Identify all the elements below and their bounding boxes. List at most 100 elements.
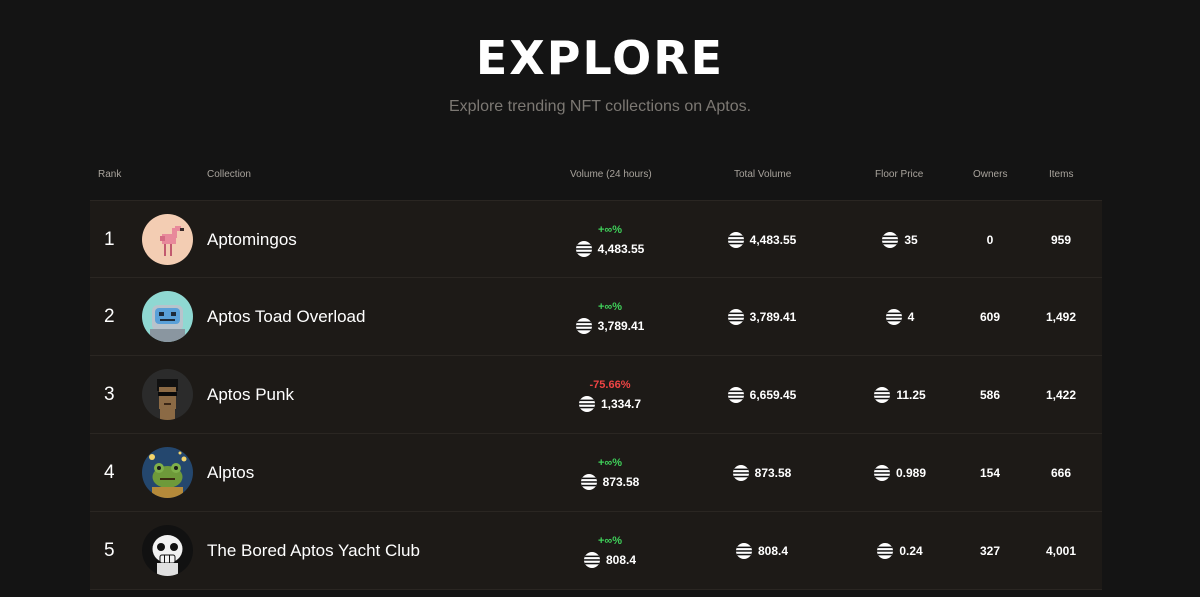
total-volume-value: 873.58 — [732, 465, 792, 481]
floor-price-amount: 0.989 — [895, 466, 927, 480]
total-volume-cell: 808.4 — [702, 512, 822, 590]
table-row-4[interactable]: 4 Alptos +∞% 873.58 873.58 0.989 154 666 — [90, 434, 1102, 512]
floor-price-value: 4 — [885, 309, 915, 325]
total-volume-value: 3,789.41 — [727, 309, 796, 325]
punk-avatar-icon[interactable] — [142, 369, 193, 420]
volume-24h-cell: +∞% 4,483.55 — [550, 201, 670, 279]
aptos-coin-icon — [583, 551, 600, 568]
collection-name[interactable]: Aptomingos — [207, 201, 297, 279]
owners-cell: 154 — [979, 466, 1001, 480]
items-cell: 666 — [1050, 466, 1072, 480]
rank-cell: 5 — [104, 540, 115, 561]
aptos-coin-icon — [882, 232, 899, 248]
aptos-coin-icon — [735, 543, 752, 559]
table-row-3[interactable]: 3 Aptos Punk -75.66% 1,334.7 6,659.45 11… — [90, 356, 1102, 434]
volume-change: +∞% — [597, 534, 623, 547]
floor-price-cell: 0.989 — [840, 434, 960, 512]
volume-24h-value: 4,483.55 — [575, 240, 645, 257]
floor-price-value: 11.25 — [874, 387, 926, 403]
column-rank: Rank — [98, 169, 122, 180]
volume-change: +∞% — [597, 223, 623, 236]
owners-cell: 327 — [979, 544, 1001, 558]
floor-price-amount: 0.24 — [899, 544, 923, 558]
volume-24h-amount: 4,483.55 — [597, 241, 645, 256]
page-header: EXPLORE Explore trending NFT collections… — [0, 0, 1200, 116]
collection-name[interactable]: Alptos — [207, 434, 254, 512]
total-volume-amount: 808.4 — [757, 544, 789, 558]
floor-price-value: 0.989 — [873, 465, 927, 481]
frog-avatar-icon[interactable] — [142, 447, 193, 498]
rank-cell: 2 — [104, 306, 115, 327]
total-volume-value: 808.4 — [735, 543, 789, 559]
owners-cell: 609 — [979, 310, 1001, 324]
collection-name[interactable]: The Bored Aptos Yacht Club — [207, 512, 420, 590]
column-floor-price[interactable]: Floor Price — [875, 169, 923, 180]
flamingo-avatar-icon[interactable] — [142, 214, 193, 265]
volume-24h-value: 1,334.7 — [578, 395, 642, 412]
volume-24h-amount: 873.58 — [602, 474, 640, 489]
toad-avatar-icon[interactable] — [142, 291, 193, 342]
table-body: 1 Aptomingos +∞% 4,483.55 4,483.55 35 0 … — [90, 200, 1102, 590]
volume-24h-cell: +∞% 873.58 — [550, 434, 670, 512]
table-row-5[interactable]: 5 The Bored Aptos Yacht Club +∞% 808.4 8… — [90, 512, 1102, 590]
total-volume-cell: 4,483.55 — [702, 201, 822, 279]
volume-change: -75.66% — [589, 378, 631, 391]
volume-change: +∞% — [597, 456, 623, 469]
volume-24h-cell: +∞% 3,789.41 — [550, 278, 670, 356]
aptos-coin-icon — [580, 473, 597, 490]
total-volume-amount: 873.58 — [754, 466, 792, 480]
total-volume-amount: 6,659.45 — [749, 388, 797, 402]
page-subtitle: Explore trending NFT collections on Apto… — [448, 98, 752, 115]
total-volume-value: 4,483.55 — [727, 232, 797, 248]
volume-24h-cell: -75.66% 1,334.7 — [550, 356, 670, 434]
collection-name[interactable]: Aptos Toad Overload — [207, 278, 365, 356]
aptos-coin-icon — [575, 317, 592, 334]
ape-skull-avatar-icon[interactable] — [142, 525, 193, 576]
floor-price-value: 0.24 — [877, 543, 923, 559]
total-volume-cell: 873.58 — [702, 434, 822, 512]
floor-price-cell: 11.25 — [840, 356, 960, 434]
floor-price-cell: 4 — [840, 278, 960, 356]
column-total-volume[interactable]: Total Volume — [734, 169, 791, 180]
table-header: Rank Collection Volume (24 hours) Total … — [90, 160, 1102, 200]
floor-price-amount: 4 — [907, 310, 915, 324]
total-volume-cell: 3,789.41 — [702, 278, 822, 356]
aptos-coin-icon — [732, 465, 749, 481]
items-cell: 4,001 — [1045, 544, 1077, 558]
aptos-coin-icon — [874, 387, 891, 403]
owners-cell: 0 — [986, 233, 994, 247]
volume-24h-amount: 1,334.7 — [600, 396, 642, 411]
collections-table: Rank Collection Volume (24 hours) Total … — [90, 160, 1102, 590]
column-items[interactable]: Items — [1049, 169, 1073, 180]
aptos-coin-icon — [727, 309, 744, 325]
column-owners[interactable]: Owners — [973, 169, 1007, 180]
floor-price-value: 35 — [882, 232, 918, 248]
volume-24h-cell: +∞% 808.4 — [550, 512, 670, 590]
volume-24h-amount: 808.4 — [605, 552, 637, 567]
column-collection: Collection — [207, 169, 251, 180]
aptos-coin-icon — [727, 387, 744, 403]
aptos-coin-icon — [877, 543, 894, 559]
total-volume-amount: 4,483.55 — [749, 233, 797, 247]
table-row-1[interactable]: 1 Aptomingos +∞% 4,483.55 4,483.55 35 0 … — [90, 200, 1102, 278]
floor-price-cell: 0.24 — [840, 512, 960, 590]
owners-cell: 586 — [979, 388, 1001, 402]
floor-price-amount: 35 — [904, 233, 918, 247]
collection-name[interactable]: Aptos Punk — [207, 356, 294, 434]
page-title: EXPLORE — [475, 31, 725, 85]
column-volume-24h[interactable]: Volume (24 hours) — [570, 169, 652, 180]
aptos-coin-icon — [885, 309, 902, 325]
items-cell: 1,422 — [1045, 388, 1077, 402]
items-cell: 959 — [1050, 233, 1072, 247]
volume-change: +∞% — [597, 300, 623, 313]
volume-24h-amount: 3,789.41 — [597, 318, 645, 333]
table-row-2[interactable]: 2 Aptos Toad Overload +∞% 3,789.41 3,789… — [90, 278, 1102, 356]
total-volume-cell: 6,659.45 — [702, 356, 822, 434]
volume-24h-value: 3,789.41 — [575, 317, 645, 334]
rank-cell: 3 — [104, 384, 115, 405]
items-cell: 1,492 — [1045, 310, 1077, 324]
aptos-coin-icon — [578, 395, 595, 412]
aptos-coin-icon — [575, 240, 592, 257]
rank-cell: 1 — [104, 229, 115, 250]
rank-cell: 4 — [104, 462, 115, 483]
